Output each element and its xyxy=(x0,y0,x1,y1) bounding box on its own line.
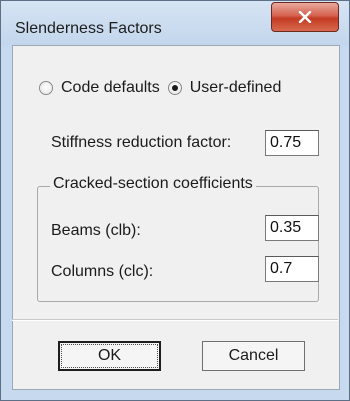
radio-code-defaults-label[interactable]: Code defaults xyxy=(61,79,160,97)
columns-label: Columns (clc): xyxy=(51,263,154,280)
close-button[interactable] xyxy=(271,2,339,32)
stiffness-reduction-label: Stiffness reduction factor: xyxy=(51,134,232,151)
cancel-button[interactable]: Cancel xyxy=(202,341,305,371)
separator-line xyxy=(12,319,338,321)
window-title: Slenderness Factors xyxy=(15,20,162,37)
stiffness-reduction-input[interactable] xyxy=(265,130,319,156)
cracked-section-legend: Cracked-section coefficients xyxy=(50,175,256,193)
columns-clc-input[interactable] xyxy=(265,256,319,282)
ok-button[interactable]: OK xyxy=(58,341,161,371)
beams-label: Beams (clb): xyxy=(51,222,141,239)
radio-group-source: Code defaults User-defined xyxy=(39,79,281,97)
radio-user-defined-label[interactable]: User-defined xyxy=(190,79,282,97)
radio-code-defaults[interactable] xyxy=(39,81,53,95)
title-bar[interactable]: Slenderness Factors xyxy=(1,1,349,45)
radio-selected-dot xyxy=(171,85,178,91)
radio-user-defined[interactable] xyxy=(167,81,182,95)
cracked-section-groupbox xyxy=(37,186,319,302)
beams-clb-input[interactable] xyxy=(265,215,319,241)
close-x-icon xyxy=(298,11,312,23)
